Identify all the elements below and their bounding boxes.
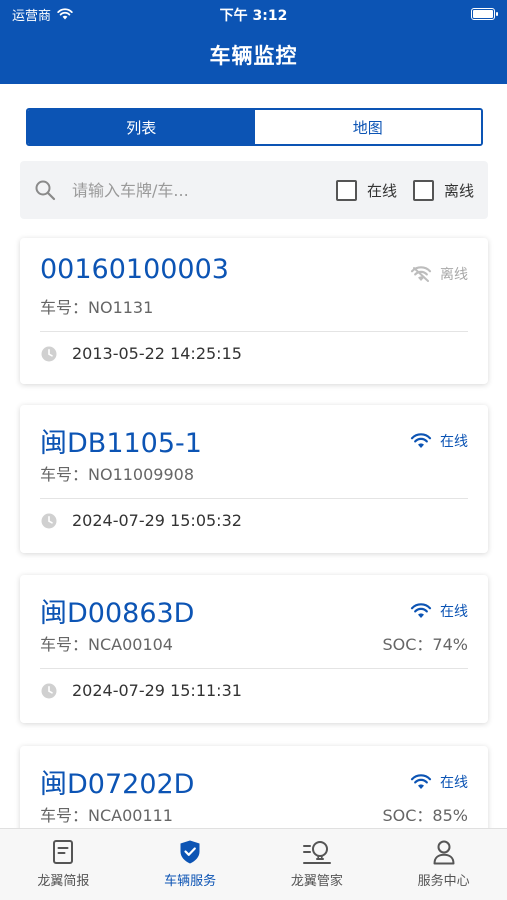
vehicle-plate: 00160100003 (40, 254, 229, 285)
wifi-off-icon (410, 266, 432, 282)
wifi-icon (410, 774, 432, 789)
offline-checkbox[interactable] (412, 179, 434, 201)
bottom-tab-bar: 龙翼简报 车辆服务 龙翼管家 服务中心 (0, 828, 507, 900)
wifi-icon (410, 433, 432, 448)
status-label: 在线 (440, 775, 468, 791)
update-time: 2024-07-29 15:11:31 (40, 681, 242, 700)
update-time: 2013-05-22 14:25:15 (40, 344, 242, 363)
vehicle-plate: 闽D00863D (40, 598, 195, 629)
tab-briefing[interactable]: 龙翼简报 (0, 829, 127, 900)
search-icon (35, 180, 56, 201)
main-content: 列表 地图 在线 离线 00160100003 离线 车号： (0, 84, 507, 828)
clock-icon (41, 683, 57, 698)
vehicle-plate: 闽D07202D (40, 769, 195, 800)
page-title: 车辆监控 (209, 44, 298, 68)
vehicle-card[interactable]: 闽DB1105-1 在线 车号：NO11009908 2024-07-29 15… (20, 405, 488, 553)
user-icon (433, 840, 455, 865)
online-filter[interactable]: 在线 (335, 179, 397, 201)
vehicle-plate: 闽DB1105-1 (40, 428, 202, 459)
clock-icon (41, 346, 57, 361)
time-value: 2013-05-22 14:25:15 (72, 344, 242, 363)
online-status: 在线 (410, 601, 468, 621)
wifi-icon (57, 8, 73, 20)
clock-icon (41, 513, 57, 528)
vehicle-card[interactable]: 闽D00863D 在线 车号：NCA00104 SOC：74% 2024-07-… (20, 575, 488, 723)
view-toggle: 列表 地图 (26, 108, 483, 146)
offline-filter-label: 离线 (443, 181, 474, 200)
online-status: 在线 (410, 772, 468, 792)
soc-value: SOC：85% (382, 806, 469, 825)
tab-label: 车辆服务 (164, 874, 217, 889)
offline-filter[interactable]: 离线 (412, 179, 474, 201)
time-value: 2024-07-29 15:05:32 (72, 511, 242, 530)
carrier-label: 运营商 (12, 8, 52, 24)
status-label: 在线 (440, 434, 468, 450)
tab-label: 龙翼简报 (37, 874, 90, 889)
vehicle-card[interactable]: 闽D07202D 在线 车号：NCA00111 SOC：85% (20, 746, 488, 828)
offline-status: 离线 (410, 264, 468, 284)
status-bar: 运营商 (0, 0, 507, 28)
time-value: 2024-07-29 15:11:31 (72, 681, 242, 700)
status-label: 离线 (440, 267, 468, 283)
tab-list[interactable]: 列表 (28, 110, 255, 144)
car-number: 车号：NCA00111 (40, 806, 173, 825)
battery-icon (471, 8, 498, 20)
tab-butler[interactable]: 龙翼管家 (254, 829, 381, 900)
vehicle-card[interactable]: 00160100003 离线 车号：NO1131 2013-05-22 14:2… (20, 238, 488, 384)
card-divider (40, 331, 468, 332)
online-status: 在线 (410, 431, 468, 451)
lightbulb-icon (302, 841, 331, 864)
wifi-icon (410, 603, 432, 618)
status-left: 运营商 (12, 5, 73, 24)
soc-value: SOC：74% (382, 635, 469, 654)
status-label: 在线 (440, 604, 468, 620)
document-icon (53, 840, 74, 864)
car-number: 车号：NO1131 (40, 298, 154, 317)
card-divider (40, 668, 468, 669)
tab-vehicle-service[interactable]: 车辆服务 (127, 829, 254, 900)
card-divider (40, 498, 468, 499)
app-header: 运营商 下午 3:12 车辆监控 (0, 0, 507, 84)
tab-service-center[interactable]: 服务中心 (380, 829, 507, 900)
search-bar: 在线 离线 (20, 161, 488, 219)
online-filter-label: 在线 (366, 181, 397, 200)
search-input[interactable] (72, 180, 320, 200)
tab-label: 龙翼管家 (290, 874, 343, 889)
shield-check-icon (180, 840, 200, 864)
car-number: 车号：NO11009908 (40, 465, 195, 484)
online-checkbox[interactable] (335, 179, 357, 201)
car-number: 车号：NCA00104 (40, 635, 173, 654)
update-time: 2024-07-29 15:05:32 (40, 511, 242, 530)
tab-label: 服务中心 (417, 874, 470, 889)
tab-map[interactable]: 地图 (254, 110, 481, 144)
